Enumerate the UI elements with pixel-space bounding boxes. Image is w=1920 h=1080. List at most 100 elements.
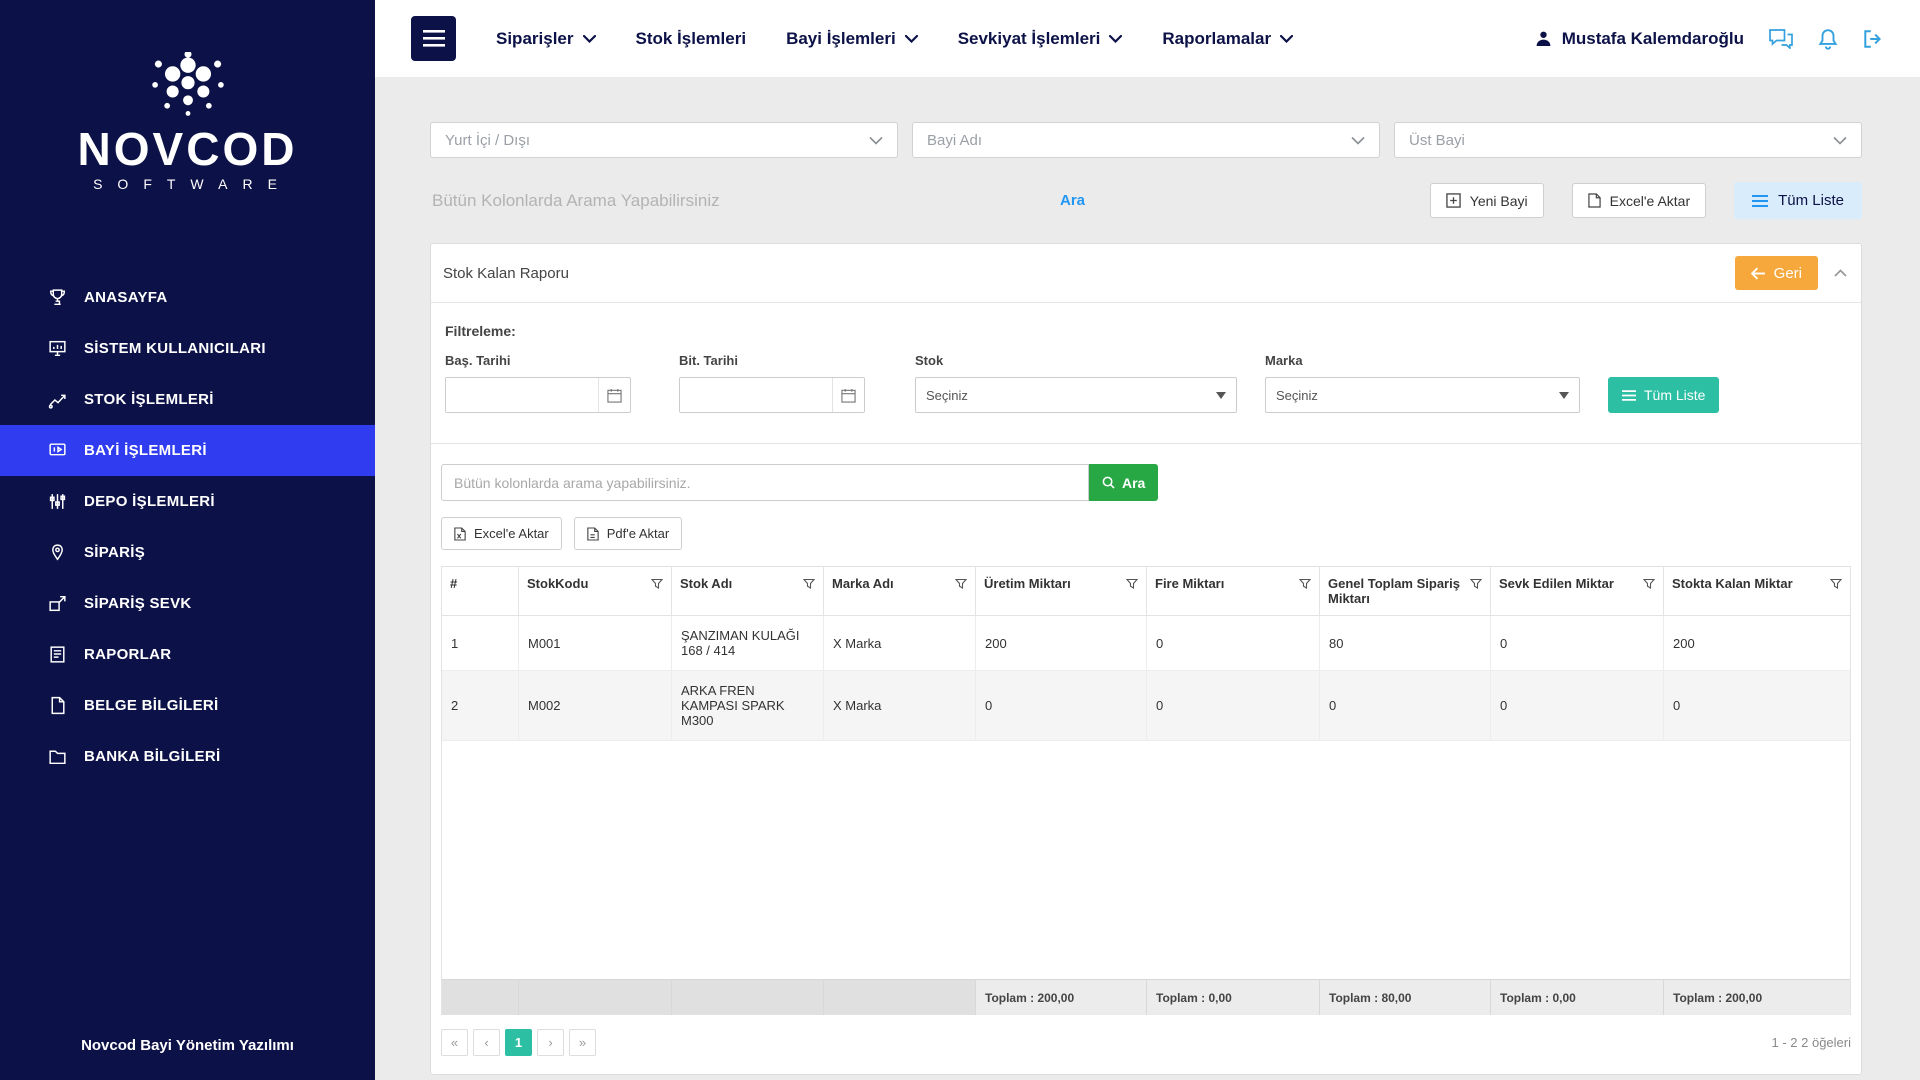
calendar-icon[interactable] <box>832 378 864 412</box>
chevron-down-icon <box>1280 35 1293 43</box>
nav-stok-islemleri[interactable]: Stok İşlemleri <box>636 29 747 49</box>
column-header: Fire Miktarı <box>1147 567 1320 616</box>
chat-icon[interactable] <box>1768 28 1794 49</box>
nav-bayi-islemleri[interactable]: Bayi İşlemleri <box>786 29 918 49</box>
table-search-input[interactable] <box>441 464 1089 501</box>
back-button[interactable]: Geri <box>1735 256 1818 290</box>
sidebar-item-bayi-islemleri[interactable]: BAYİ İŞLEMLERİ <box>0 425 375 476</box>
chevron-down-icon <box>1833 136 1847 145</box>
nav-siparisler[interactable]: Siparişler <box>496 29 596 49</box>
dealer-select-value: Bayi Adı <box>927 132 982 149</box>
nav-raporlamalar[interactable]: Raporlamalar <box>1162 29 1293 49</box>
global-search-input[interactable] <box>430 187 990 215</box>
chevron-down-icon <box>1351 136 1365 145</box>
excel-export-label: Excel'e Aktar <box>1610 193 1691 209</box>
start-date-input[interactable] <box>446 378 598 412</box>
nav-label: Sevkiyat İşlemleri <box>958 29 1101 49</box>
pdf-export-label: Pdf'e Aktar <box>607 526 669 541</box>
nav-label: Bayi İşlemleri <box>786 29 896 49</box>
filter-funnel-icon[interactable] <box>1643 578 1655 590</box>
table-header-row: # StokKodu Stok Adı Marka Adı Üretim Mik… <box>442 567 1850 616</box>
totals-cell-empty <box>519 979 672 1015</box>
filter-funnel-icon[interactable] <box>651 578 663 590</box>
filter-funnel-icon[interactable] <box>1299 578 1311 590</box>
notifications-bell-icon[interactable] <box>1818 28 1838 50</box>
chevron-down-icon <box>1109 35 1122 43</box>
sidebar-item-belge-bilgileri[interactable]: BELGE BİLGİLERİ <box>0 680 375 731</box>
pin-icon <box>46 542 68 563</box>
previous-page-icon[interactable]: ‹ <box>473 1029 500 1056</box>
table-search-label: Ara <box>1122 475 1145 491</box>
pdf-export-button[interactable]: Pdf'e Aktar <box>574 517 682 550</box>
table-row[interactable]: 2 M002 ARKA FREN KAMPASI SPARK M300 X Ma… <box>442 671 1850 741</box>
sidebar-item-label: STOK İŞLEMLERİ <box>84 391 214 408</box>
end-date-input[interactable] <box>680 378 832 412</box>
region-select[interactable]: Yurt İçi / Dışı <box>430 122 898 158</box>
dealer-name-select[interactable]: Bayi Adı <box>912 122 1380 158</box>
sidebar-item-raporlar[interactable]: RAPORLAR <box>0 629 375 680</box>
next-page-icon[interactable]: › <box>537 1029 564 1056</box>
nav-sevkiyat-islemleri[interactable]: Sevkiyat İşlemleri <box>958 29 1123 49</box>
search-link[interactable]: Ara <box>1060 192 1085 209</box>
user-menu[interactable]: Mustafa Kalemdaroğlu <box>1535 29 1744 49</box>
last-page-icon[interactable]: » <box>569 1029 596 1056</box>
sidebar-item-stok-islemleri[interactable]: STOK İŞLEMLERİ <box>0 374 375 425</box>
full-list-button-top[interactable]: Tüm Liste <box>1734 182 1862 219</box>
filter-funnel-icon[interactable] <box>1830 578 1842 590</box>
filter-funnel-icon[interactable] <box>803 578 815 590</box>
sidebar-item-banka-bilgileri[interactable]: BANKA BİLGİLERİ <box>0 731 375 782</box>
stock-report-table: # StokKodu Stok Adı Marka Adı Üretim Mik… <box>441 566 1851 1015</box>
hamburger-menu-button[interactable] <box>411 16 456 61</box>
stock-select[interactable]: Seçiniz <box>915 377 1237 413</box>
column-header: # <box>442 567 519 616</box>
new-dealer-button[interactable]: Yeni Bayi <box>1430 183 1544 218</box>
table-search-button[interactable]: Ara <box>1089 464 1158 501</box>
totals-cell: Toplam : 200,00 <box>976 979 1147 1015</box>
collapse-chevron-up-icon[interactable] <box>1834 269 1847 277</box>
cell: 2 <box>442 671 519 741</box>
excel-export-button-top[interactable]: Excel'e Aktar <box>1572 183 1707 218</box>
totals-cell: Toplam : 0,00 <box>1147 979 1320 1015</box>
brand-select[interactable]: Seçiniz <box>1265 377 1580 413</box>
sidebar-item-depo-islemleri[interactable]: DEPO İŞLEMLERİ <box>0 476 375 527</box>
chevron-down-icon <box>583 35 596 43</box>
parent-dealer-select[interactable]: Üst Bayi <box>1394 122 1862 158</box>
pdf-file-icon <box>587 527 599 541</box>
logo-name: NOVCOD <box>78 126 298 172</box>
column-label: StokKodu <box>527 576 588 591</box>
page-number-button[interactable]: 1 <box>505 1029 532 1056</box>
filter-funnel-icon[interactable] <box>1126 578 1138 590</box>
search-icon <box>1102 476 1115 489</box>
totals-cell: Toplam : 200,00 <box>1664 979 1850 1015</box>
cell: 0 <box>1147 671 1320 741</box>
excel-export-button[interactable]: Excel'e Aktar <box>441 517 562 550</box>
chevron-down-icon <box>1559 392 1569 399</box>
stock-select-value: Seçiniz <box>926 388 968 403</box>
column-label: Sevk Edilen Miktar <box>1499 576 1614 591</box>
sidebar-item-siparis[interactable]: SİPARİŞ <box>0 527 375 578</box>
nav-label: Stok İşlemleri <box>636 29 747 49</box>
sidebar-item-sistem-kullanicilari[interactable]: SİSTEM KULLANICILARI <box>0 323 375 374</box>
sidebar-item-anasayfa[interactable]: ANASAYFA <box>0 272 375 323</box>
full-list-button-filter[interactable]: Tüm Liste <box>1608 377 1719 413</box>
cell: 200 <box>976 616 1147 671</box>
sidebar-item-label: BANKA BİLGİLERİ <box>84 748 220 765</box>
sidebar-item-siparis-sevk[interactable]: SİPARİŞ SEVK <box>0 578 375 629</box>
column-label: Üretim Miktarı <box>984 576 1071 591</box>
column-header: Stokta Kalan Miktar <box>1664 567 1850 616</box>
column-header: Genel Toplam Sipariş Miktarı <box>1320 567 1491 616</box>
filter-funnel-icon[interactable] <box>955 578 967 590</box>
column-header: Üretim Miktarı <box>976 567 1147 616</box>
cell: X Marka <box>824 671 976 741</box>
stock-trend-icon <box>46 389 68 410</box>
sidebar-menu: ANASAYFA SİSTEM KULLANICILARI STOK İŞLEM… <box>0 272 375 782</box>
calendar-icon[interactable] <box>598 378 630 412</box>
logo-subtitle: SOFTWARE <box>78 176 298 192</box>
list-icon <box>1622 390 1636 401</box>
file-export-icon <box>1588 193 1601 208</box>
first-page-icon[interactable]: « <box>441 1029 468 1056</box>
totals-cell-empty <box>442 979 519 1015</box>
table-row[interactable]: 1 M001 ŞANZIMAN KULAĞI 168 / 414 X Marka… <box>442 616 1850 671</box>
logout-icon[interactable] <box>1862 29 1884 49</box>
filter-funnel-icon[interactable] <box>1470 578 1482 590</box>
